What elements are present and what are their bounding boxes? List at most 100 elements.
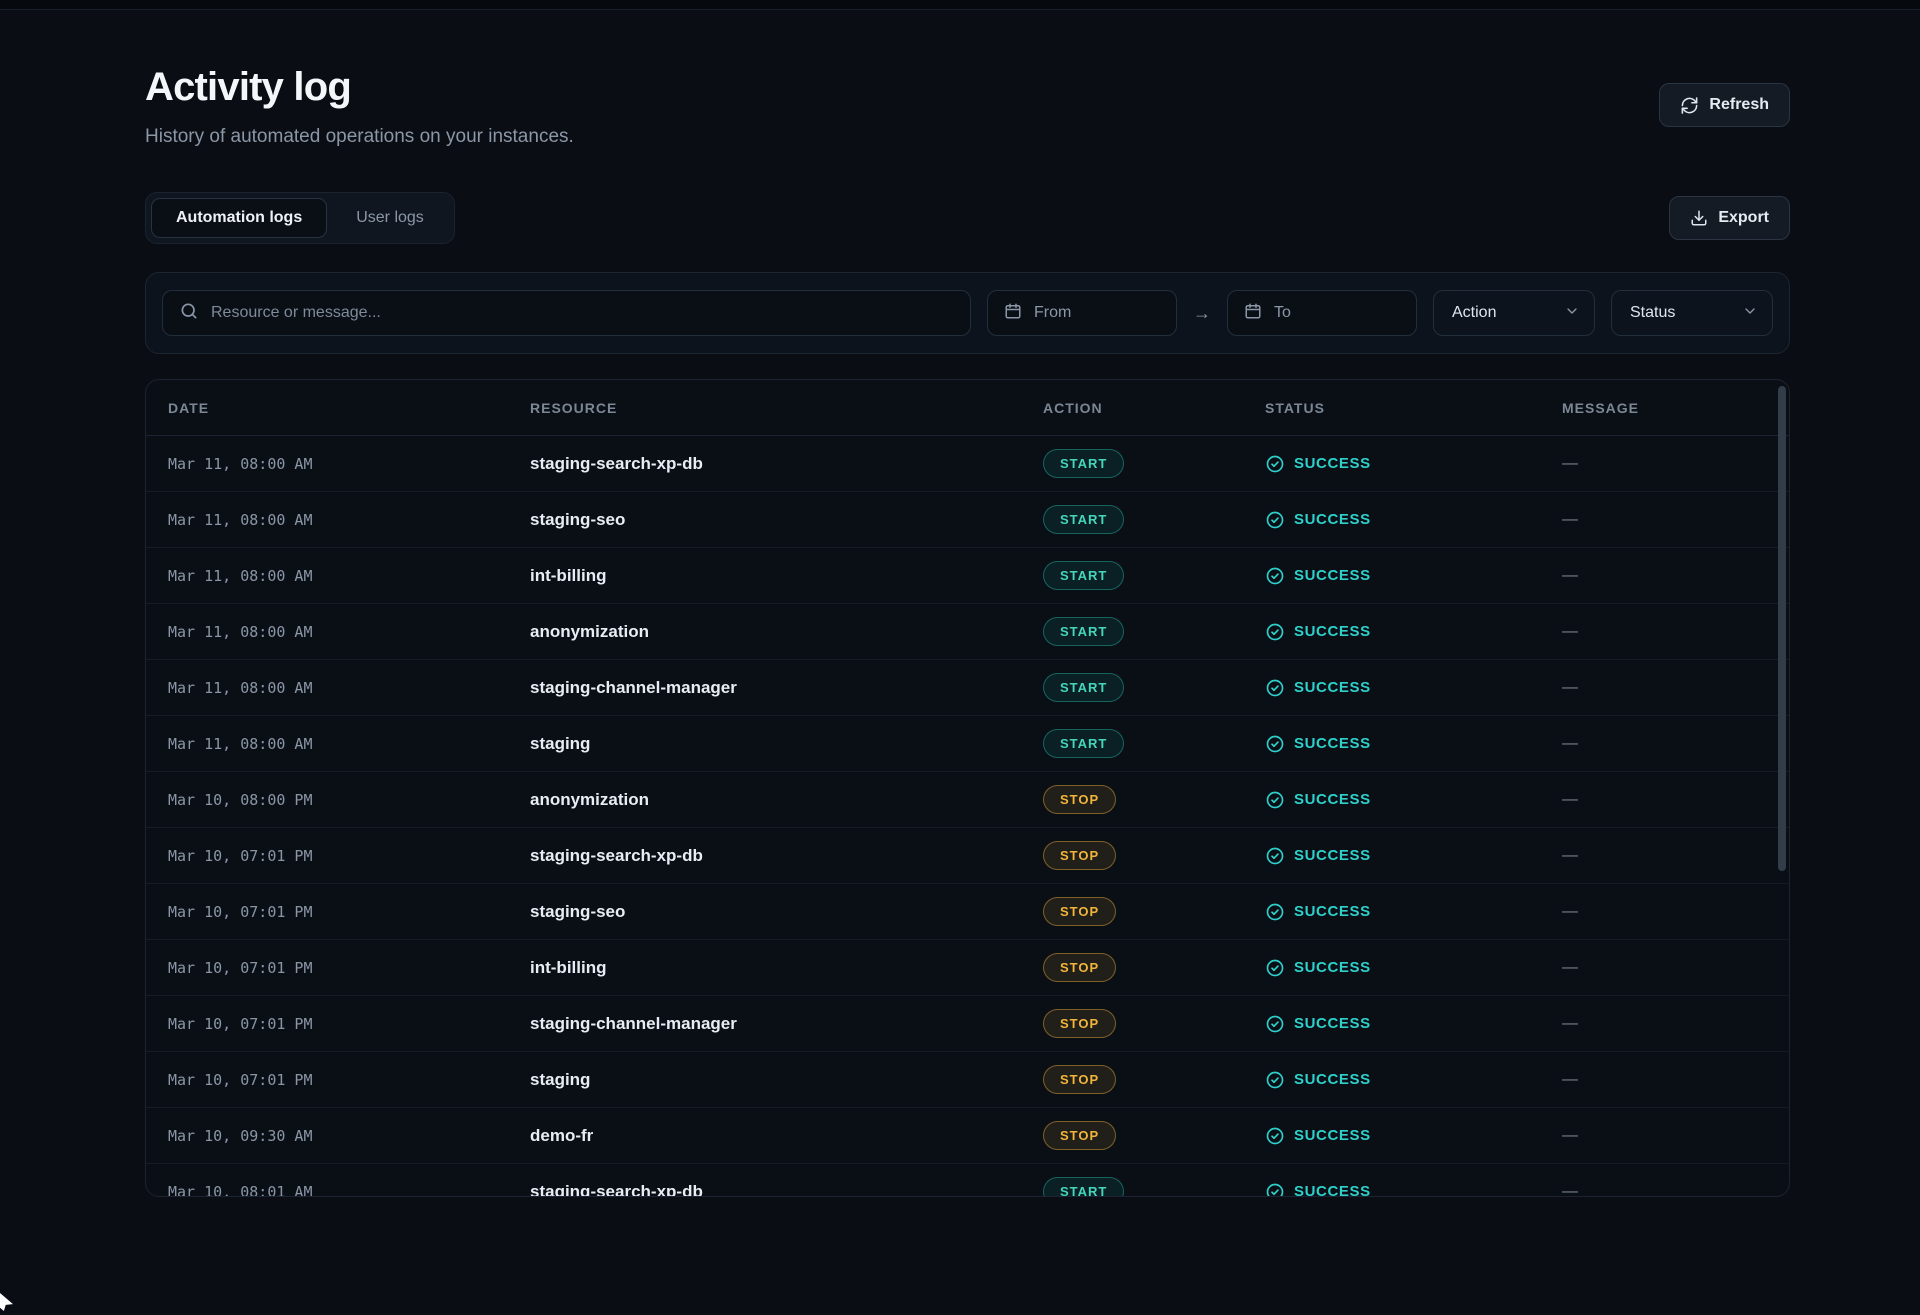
status-label: SUCCESS: [1294, 791, 1371, 808]
row-action: START: [1043, 617, 1265, 646]
row-status: SUCCESS: [1265, 1182, 1562, 1198]
table-scrollbar[interactable]: [1778, 384, 1786, 1192]
row-date: Mar 10, 08:01 AM: [168, 1183, 530, 1198]
page-heading-block: Activity log History of automated operat…: [145, 65, 574, 148]
activity-log-page: Activity log History of automated operat…: [0, 10, 1920, 1197]
date-range-arrow: →: [1193, 303, 1211, 324]
row-date: Mar 11, 08:00 AM: [168, 623, 530, 641]
page-header: Activity log History of automated operat…: [145, 65, 1790, 148]
row-message: —: [1562, 1071, 1789, 1089]
row-date: Mar 10, 07:01 PM: [168, 1071, 530, 1089]
row-message: —: [1562, 847, 1789, 865]
row-action: STOP: [1043, 897, 1265, 926]
row-date: Mar 10, 07:01 PM: [168, 847, 530, 865]
tab-user-logs[interactable]: User logs: [331, 198, 449, 238]
date-from-input[interactable]: From: [987, 290, 1177, 336]
check-circle-icon: [1265, 1014, 1285, 1034]
action-badge: START: [1043, 505, 1124, 534]
row-action: STOP: [1043, 1121, 1265, 1150]
table-row: Mar 10, 07:01 PM staging STOP SUCCESS —: [146, 1052, 1789, 1108]
check-circle-icon: [1265, 678, 1285, 698]
calendar-icon: [1244, 302, 1262, 325]
row-action: START: [1043, 673, 1265, 702]
row-resource: demo-fr: [530, 1126, 1043, 1146]
table-body: Mar 11, 08:00 AM staging-search-xp-db ST…: [146, 436, 1789, 1197]
table-header-row: Date Resource Action Status Message: [146, 380, 1789, 436]
table-row: Mar 10, 07:01 PM int-billing STOP SUCCES…: [146, 940, 1789, 996]
action-filter-select[interactable]: Action: [1433, 290, 1595, 336]
filter-bar: From → To Action Status: [145, 272, 1790, 354]
table-row: Mar 11, 08:00 AM staging START SUCCESS —: [146, 716, 1789, 772]
row-status: SUCCESS: [1265, 622, 1562, 642]
action-badge: STOP: [1043, 1121, 1116, 1150]
table-row: Mar 11, 08:00 AM staging-search-xp-db ST…: [146, 436, 1789, 492]
log-tabs: Automation logs User logs: [145, 192, 455, 244]
status-label: SUCCESS: [1294, 847, 1371, 864]
row-action: START: [1043, 1177, 1265, 1197]
row-message: —: [1562, 1015, 1789, 1033]
check-circle-icon: [1265, 622, 1285, 642]
row-date: Mar 10, 09:30 AM: [168, 1127, 530, 1145]
action-badge: START: [1043, 673, 1124, 702]
date-to-placeholder: To: [1274, 304, 1291, 322]
page-subtitle: History of automated operations on your …: [145, 126, 574, 148]
row-date: Mar 10, 08:00 PM: [168, 791, 530, 809]
row-status: SUCCESS: [1265, 790, 1562, 810]
refresh-button[interactable]: Refresh: [1659, 83, 1790, 127]
export-button[interactable]: Export: [1669, 196, 1790, 240]
table-row: Mar 10, 08:00 PM anonymization STOP SUCC…: [146, 772, 1789, 828]
table-row: Mar 11, 08:00 AM anonymization START SUC…: [146, 604, 1789, 660]
row-message: —: [1562, 567, 1789, 585]
status-label: SUCCESS: [1294, 1183, 1371, 1197]
row-resource: staging: [530, 1070, 1043, 1090]
table-row: Mar 10, 09:30 AM demo-fr STOP SUCCESS —: [146, 1108, 1789, 1164]
status-label: SUCCESS: [1294, 903, 1371, 920]
row-action: START: [1043, 561, 1265, 590]
action-badge: STOP: [1043, 785, 1116, 814]
status-label: SUCCESS: [1294, 455, 1371, 472]
status-label: SUCCESS: [1294, 567, 1371, 584]
top-border: [0, 0, 1920, 10]
table-row: Mar 10, 07:01 PM staging-search-xp-db ST…: [146, 828, 1789, 884]
tab-automation-logs[interactable]: Automation logs: [151, 198, 327, 238]
status-label: SUCCESS: [1294, 1015, 1371, 1032]
action-badge: STOP: [1043, 953, 1116, 982]
action-badge: START: [1043, 1177, 1124, 1197]
search-input[interactable]: [211, 304, 954, 322]
action-badge: START: [1043, 449, 1124, 478]
row-date: Mar 10, 07:01 PM: [168, 959, 530, 977]
row-message: —: [1562, 791, 1789, 809]
row-resource: staging-search-xp-db: [530, 1182, 1043, 1198]
status-filter-select[interactable]: Status: [1611, 290, 1773, 336]
action-badge: STOP: [1043, 897, 1116, 926]
search-field: [162, 290, 971, 336]
row-resource: staging-search-xp-db: [530, 846, 1043, 866]
column-header-date: Date: [168, 400, 530, 416]
table-row: Mar 10, 07:01 PM staging-seo STOP SUCCES…: [146, 884, 1789, 940]
row-date: Mar 11, 08:00 AM: [168, 511, 530, 529]
action-badge: START: [1043, 729, 1124, 758]
row-message: —: [1562, 959, 1789, 977]
check-circle-icon: [1265, 1070, 1285, 1090]
row-message: —: [1562, 679, 1789, 697]
scrollbar-thumb[interactable]: [1778, 386, 1786, 871]
row-date: Mar 10, 07:01 PM: [168, 1015, 530, 1033]
row-status: SUCCESS: [1265, 734, 1562, 754]
table-row: Mar 11, 08:00 AM int-billing START SUCCE…: [146, 548, 1789, 604]
row-action: STOP: [1043, 841, 1265, 870]
row-message: —: [1562, 455, 1789, 473]
row-action: STOP: [1043, 1065, 1265, 1094]
date-to-input[interactable]: To: [1227, 290, 1417, 336]
action-badge: STOP: [1043, 841, 1116, 870]
row-status: SUCCESS: [1265, 958, 1562, 978]
row-message: —: [1562, 735, 1789, 753]
check-circle-icon: [1265, 958, 1285, 978]
row-status: SUCCESS: [1265, 678, 1562, 698]
table-row: Mar 11, 08:00 AM staging-seo START SUCCE…: [146, 492, 1789, 548]
action-badge: START: [1043, 617, 1124, 646]
row-message: —: [1562, 623, 1789, 641]
status-label: SUCCESS: [1294, 623, 1371, 640]
table-row: Mar 11, 08:00 AM staging-channel-manager…: [146, 660, 1789, 716]
row-status: SUCCESS: [1265, 1126, 1562, 1146]
row-status: SUCCESS: [1265, 1070, 1562, 1090]
